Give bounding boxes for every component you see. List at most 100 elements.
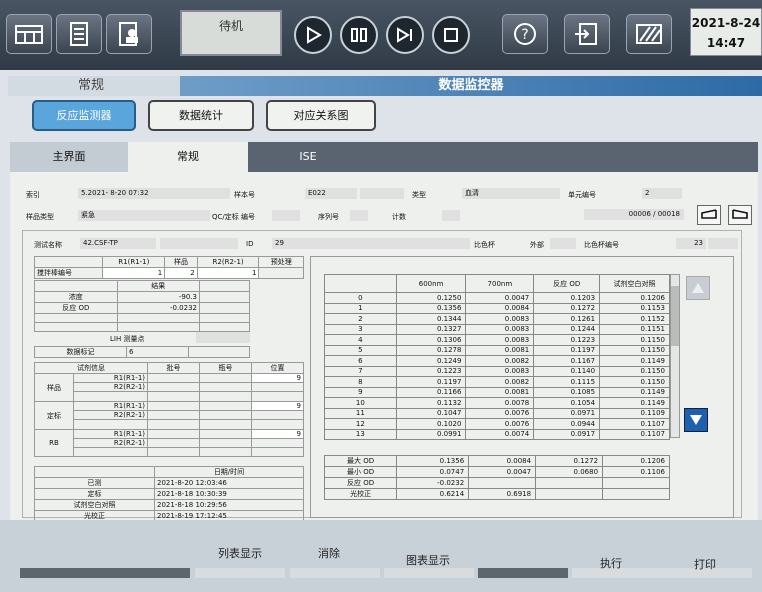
datetime-value-1: 2021-8-18 10:30:39 — [154, 488, 304, 500]
help-button[interactable]: ? — [502, 14, 548, 54]
unit-value: 2 — [642, 188, 682, 199]
cell-value: 0.1152 — [599, 313, 670, 325]
graph-view-button[interactable]: 图表显示 — [406, 552, 450, 568]
table-row[interactable]: 12 0.1020 0.0076 0.0944 0.1107 — [324, 418, 670, 430]
table-row[interactable]: 5 0.1278 0.0081 0.1197 0.1150 — [324, 344, 670, 356]
cell-value: 0.1150 — [599, 376, 670, 388]
cell-value: 0.0917 — [533, 428, 601, 440]
relation-chart-button[interactable]: 对应关系图 — [266, 100, 376, 131]
user-menu-button[interactable] — [106, 14, 152, 54]
stat-label: 光校正 — [323, 488, 398, 500]
count-value — [442, 210, 460, 221]
monitor-header-3: 反应 OD — [533, 274, 601, 293]
cell-value: 0.1150 — [599, 334, 670, 346]
footer-bar-segment — [20, 568, 190, 578]
reagent-sample-r1: R1(R1-1) — [72, 373, 149, 383]
stirrer-row-label: 搅拌棒编号 — [33, 267, 104, 279]
table-row[interactable]: 9 0.1166 0.0081 0.1085 0.1149 — [324, 386, 670, 398]
top-toolbar: 待机 ? 2021-8-24 14:47 — [0, 0, 762, 70]
monitor-header-0 — [324, 274, 397, 293]
stop-button[interactable] — [432, 16, 470, 54]
cell-value: 0.1150 — [599, 365, 670, 377]
run-button[interactable]: 执行 — [600, 555, 622, 571]
scrollbar-thumb[interactable] — [671, 286, 679, 346]
datetime-label-1: 定标 — [34, 488, 155, 500]
type-label: 类型 — [412, 191, 426, 199]
data-stats-button[interactable]: 数据统计 — [148, 100, 254, 131]
tab-normal[interactable]: 常规 — [128, 142, 248, 172]
cuvette-no-extra — [708, 238, 738, 249]
stat-label: 最小 OD — [323, 466, 398, 478]
cell-value: 0.0083 — [465, 313, 535, 325]
cell-value: 0.1047 — [395, 407, 467, 419]
list-view-button[interactable]: 列表显示 — [218, 545, 262, 561]
result-table: 结果 浓度 -90.3 反应 OD -0.0232 — [34, 280, 250, 332]
result-label-0: 浓度 — [34, 291, 118, 303]
clear-button[interactable]: 消除 — [318, 545, 340, 561]
sample-type-label: 样品类型 — [26, 213, 54, 221]
table-row[interactable]: 11 0.1047 0.0076 0.0971 0.1109 — [324, 407, 670, 419]
cell-value: 0.1115 — [533, 376, 601, 388]
start-button[interactable] — [294, 16, 332, 54]
result-value-3 — [116, 322, 201, 332]
cell-value: 0.1149 — [599, 355, 670, 367]
table-row[interactable]: 3 0.1327 0.0083 0.1244 0.1151 — [324, 323, 670, 335]
cell-value: 0.1206 — [599, 292, 670, 304]
table-row[interactable]: 13 0.0991 0.0074 0.0917 0.1107 — [324, 428, 670, 440]
pause-button[interactable] — [340, 16, 378, 54]
prev-record-button[interactable] — [697, 205, 721, 225]
print-button[interactable]: 打印 — [694, 556, 716, 572]
stirrer-r1: 1 — [102, 267, 166, 279]
cell-value: 0.1197 — [395, 376, 467, 388]
row-index: 4 — [324, 334, 397, 346]
reagent-sample-pos: 9 — [251, 373, 304, 383]
pause-icon — [351, 28, 367, 42]
next-record-button[interactable] — [728, 205, 752, 225]
stat-value — [602, 488, 670, 500]
table-row[interactable]: 0 0.1250 0.0047 0.1203 0.1206 — [324, 292, 670, 304]
cell-value: 0.0083 — [465, 323, 535, 335]
monitor-button[interactable] — [626, 14, 672, 54]
cell-value: 0.1132 — [395, 397, 467, 409]
tab-ise[interactable]: ISE — [248, 142, 368, 172]
grid-menu-button[interactable] — [6, 14, 52, 54]
scroll-up-button[interactable] — [686, 276, 710, 300]
row-index: 5 — [324, 344, 397, 356]
logout-button[interactable] — [564, 14, 610, 54]
cell-value: 0.1306 — [395, 334, 467, 346]
row-index: 8 — [324, 376, 397, 388]
cell-value: 0.0971 — [533, 407, 601, 419]
table-row[interactable]: 8 0.1197 0.0082 0.1115 0.1150 — [324, 376, 670, 388]
stat-value — [535, 477, 604, 489]
cell-value: 0.1149 — [599, 397, 670, 409]
reaction-monitor-button[interactable]: 反应监测器 — [32, 100, 136, 131]
stat-label: 反应 OD — [323, 477, 398, 489]
reagent-info-header-1: 批号 — [147, 362, 200, 374]
stat-value: 0.0747 — [396, 466, 470, 478]
reagent-group-sample: 样品 — [34, 373, 74, 402]
clock-time: 14:47 — [706, 36, 746, 50]
cuvette-no-label: 比色杯编号 — [584, 241, 619, 249]
table-row[interactable]: 6 0.1249 0.0082 0.1167 0.1149 — [324, 355, 670, 367]
table-row[interactable]: 4 0.1306 0.0083 0.1223 0.1150 — [324, 334, 670, 346]
result-label-2 — [34, 313, 118, 323]
reagent-calib-r2: R2(R2-1) — [72, 410, 149, 420]
stat-value: 0.1272 — [535, 455, 604, 467]
scroll-down-button[interactable] — [684, 408, 708, 432]
stat-value — [468, 477, 537, 489]
list-menu-button[interactable] — [56, 14, 102, 54]
reagent-calib-pos: 9 — [251, 401, 304, 411]
table-row[interactable]: 7 0.1223 0.0083 0.1140 0.1150 — [324, 365, 670, 377]
cell-value: 0.1249 — [395, 355, 467, 367]
screen-title: 数据监控器 — [180, 76, 762, 96]
play-icon — [307, 26, 322, 44]
table-row[interactable]: 2 0.1344 0.0083 0.1261 0.1152 — [324, 313, 670, 325]
count-label: 计数 — [392, 213, 406, 221]
seq-value — [350, 210, 368, 221]
stat-row: 最大 OD 0.1356 0.0084 0.1272 0.1206 — [323, 455, 670, 467]
reagent-rb-pos: 9 — [251, 429, 304, 439]
step-button[interactable] — [386, 16, 424, 54]
table-row[interactable]: 10 0.1132 0.0078 0.1054 0.1149 — [324, 397, 670, 409]
tab-main[interactable]: 主界面 — [10, 142, 128, 172]
table-row[interactable]: 1 0.1356 0.0084 0.1272 0.1153 — [324, 302, 670, 314]
